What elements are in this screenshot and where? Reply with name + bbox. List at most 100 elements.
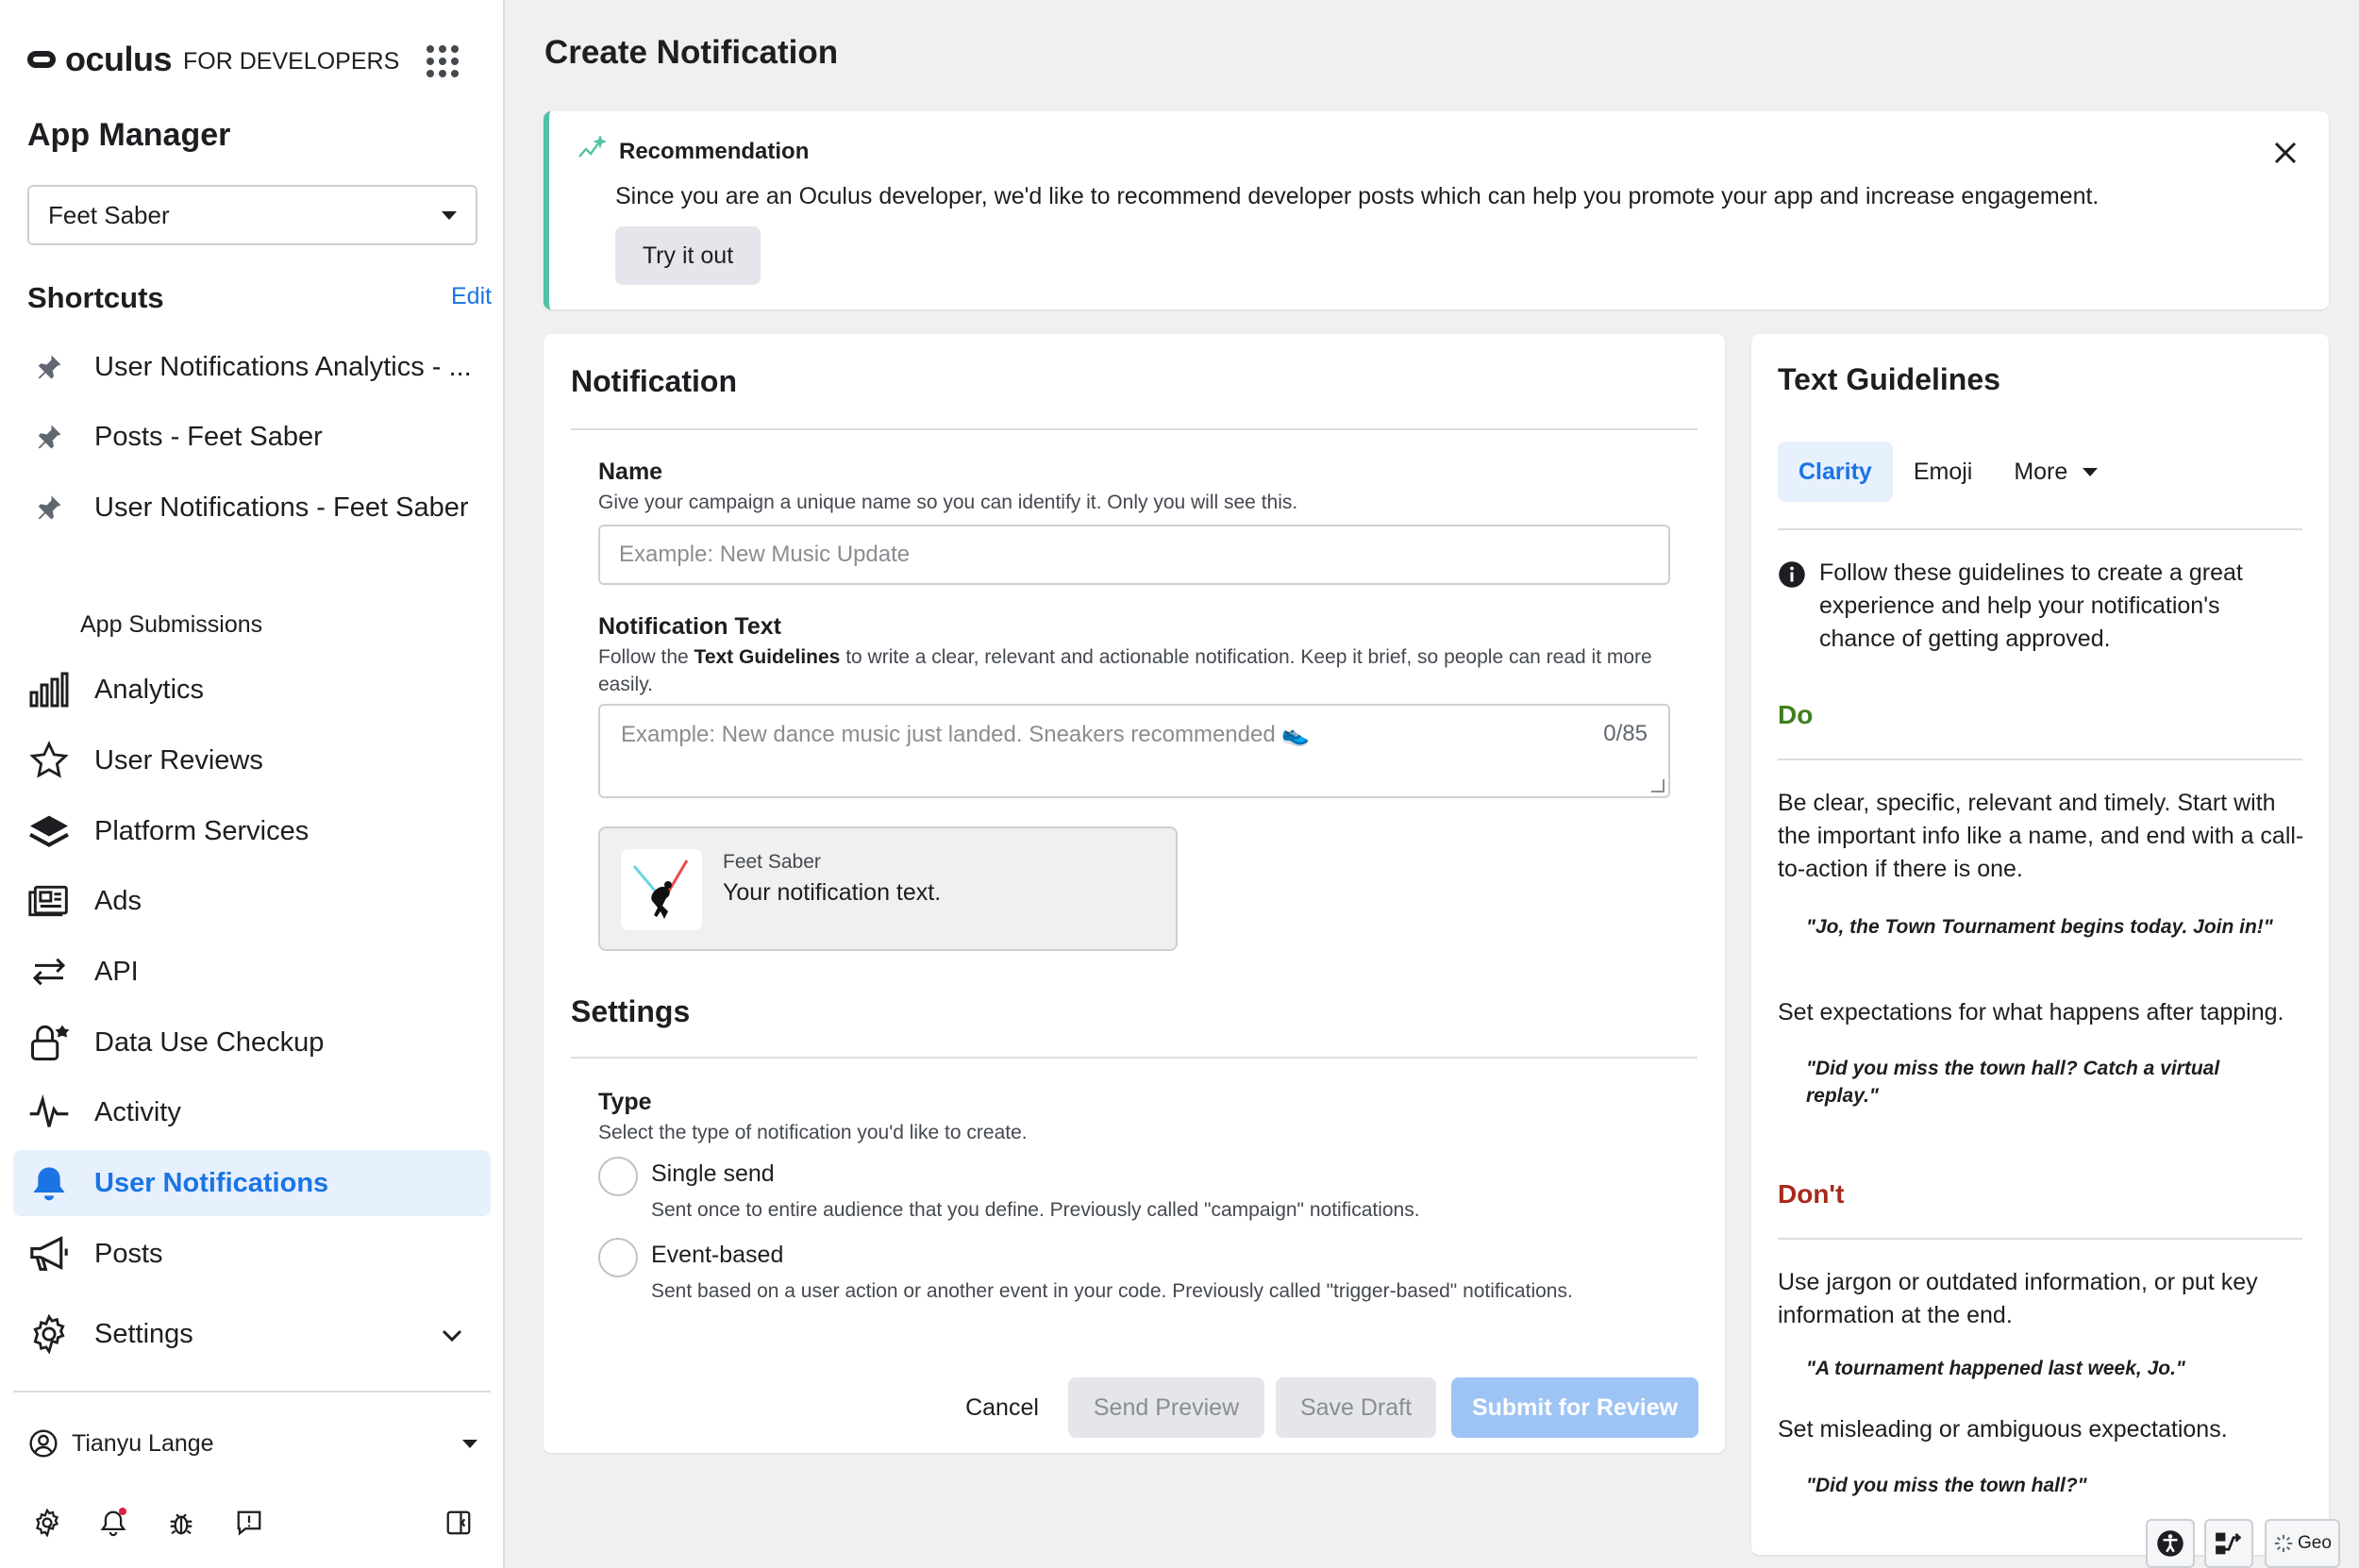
preview-app-name: Feet Saber: [723, 851, 821, 873]
dont-guideline-2: Set misleading or ambiguous expectations…: [1778, 1416, 2228, 1443]
option-label: Single send: [651, 1160, 775, 1187]
shortcut-label: User Notifications Analytics - ...: [94, 351, 472, 382]
geo-label: Geo: [2298, 1533, 2332, 1553]
sidebar-item-data-use-checkup[interactable]: Data Use Checkup: [13, 1009, 491, 1076]
sidebar-item-label: User Reviews: [94, 744, 263, 776]
dont-guideline-1: Use jargon or outdated information, or p…: [1778, 1269, 2258, 1328]
campaign-name-input[interactable]: [598, 525, 1670, 585]
feedback-icon[interactable]: [230, 1504, 268, 1542]
megaphone-icon: [28, 1233, 70, 1275]
try-it-out-button[interactable]: Try it out: [615, 226, 761, 285]
loading-spinner-icon: [2273, 1533, 2294, 1554]
sidebar-item-ads[interactable]: Ads: [13, 868, 491, 934]
sidebar-item-platform-services[interactable]: Platform Services: [13, 798, 491, 864]
notification-preview: Feet Saber Your notification text.: [598, 826, 1178, 951]
bar-chart-icon: [28, 669, 70, 710]
notifications-bell-icon[interactable]: [94, 1504, 132, 1542]
tab-more[interactable]: More: [1993, 442, 2118, 502]
ads-icon: [28, 880, 70, 922]
shortcut-user-notifications[interactable]: User Notifications - Feet Saber: [13, 475, 491, 541]
shortcut-posts[interactable]: Posts - Feet Saber: [13, 404, 491, 470]
oculus-logo-icon: [27, 51, 56, 68]
sidebar-item-label: Posts: [94, 1238, 163, 1269]
lock-icon: [28, 1022, 70, 1063]
recommendation-text: Since you are an Oculus developer, we'd …: [615, 183, 2100, 209]
geo-widget-button[interactable]: Geo: [2265, 1519, 2340, 1568]
name-help: Give your campaign a unique name so you …: [598, 492, 1298, 513]
shortcut-user-notifications-analytics[interactable]: User Notifications Analytics - ...: [13, 334, 491, 400]
sidebar-item-app-submissions[interactable]: App Submissions: [80, 611, 262, 639]
sidebar-item-label: User Notifications: [94, 1167, 329, 1198]
text-guidelines-link[interactable]: Text Guidelines: [694, 646, 841, 668]
app-select[interactable]: Feet Saber: [27, 185, 477, 245]
dont-heading: Don't: [1778, 1179, 1845, 1209]
star-icon: [28, 740, 70, 781]
submit-for-review-button[interactable]: Submit for Review: [1451, 1377, 1698, 1438]
tab-emoji[interactable]: Emoji: [1893, 442, 1994, 502]
sidebar-item-label: API: [94, 956, 139, 987]
sidebar-item-label: Activity: [94, 1096, 181, 1127]
notification-text-help: Follow the Text Guidelines to write a cl…: [598, 646, 1652, 695]
collapse-sidebar-icon[interactable]: [440, 1504, 477, 1542]
shortcuts-title: Shortcuts: [27, 281, 164, 314]
section-divider: [571, 428, 1698, 430]
type-option-event-based[interactable]: Event-based Sent based on a user action …: [598, 1238, 1573, 1303]
single-send-radio[interactable]: [598, 1157, 638, 1196]
send-preview-button[interactable]: Send Preview: [1068, 1377, 1264, 1438]
flow-icon[interactable]: [2204, 1519, 2253, 1568]
user-name: Tianyu Lange: [72, 1429, 214, 1457]
settings-gear-icon[interactable]: [28, 1504, 66, 1542]
sidebar-item-user-reviews[interactable]: User Reviews: [13, 727, 491, 793]
bug-icon[interactable]: [162, 1504, 200, 1542]
pin-icon: [28, 487, 70, 528]
oculus-logo[interactable]: oculus FOR DEVELOPERS: [27, 38, 399, 81]
notification-text-placeholder: Example: New dance music just landed. Sn…: [621, 722, 1311, 747]
sidebar-item-label: Data Use Checkup: [94, 1026, 325, 1058]
shortcuts-edit-link[interactable]: Edit: [451, 283, 492, 310]
option-description: Sent once to entire audience that you de…: [651, 1199, 1420, 1221]
option-label: Event-based: [651, 1242, 784, 1268]
page-title: Create Notification: [544, 34, 839, 71]
sidebar-item-user-notifications[interactable]: User Notifications: [13, 1150, 491, 1216]
section-divider: [571, 1057, 1698, 1059]
guidelines-divider: [1778, 759, 2302, 760]
dont-example-2: "Did you miss the town hall?": [1806, 1475, 2087, 1496]
sidebar-item-label: Ads: [94, 885, 142, 916]
sidebar-item-api[interactable]: API: [13, 939, 491, 1005]
event-based-radio[interactable]: [598, 1238, 638, 1277]
guidelines-divider: [1778, 1238, 2302, 1240]
do-example-2: "Did you miss the town hall? Catch a vir…: [1806, 1058, 2220, 1107]
notification-text-label: Notification Text: [598, 613, 781, 640]
type-option-single-send[interactable]: Single send Sent once to entire audience…: [598, 1157, 1420, 1222]
close-icon[interactable]: [2267, 134, 2304, 172]
app-manager-title: App Manager: [27, 117, 231, 153]
do-guideline-1: Be clear, specific, relevant and timely.…: [1778, 790, 2304, 882]
brand-sub: FOR DEVELOPERS: [183, 47, 400, 75]
sidebar-item-settings[interactable]: Settings: [13, 1301, 491, 1367]
layers-icon: [28, 810, 70, 852]
notification-text-input[interactable]: Example: New dance music just landed. Sn…: [598, 704, 1670, 798]
guidelines-intro: Follow these guidelines to create a grea…: [1778, 557, 2302, 656]
brand-name: oculus: [65, 40, 173, 78]
preview-message: Your notification text.: [723, 879, 942, 906]
app-grid-icon[interactable]: [427, 45, 459, 77]
pin-icon: [28, 346, 70, 388]
save-draft-button[interactable]: Save Draft: [1276, 1377, 1436, 1438]
gear-icon: [28, 1313, 70, 1355]
accessibility-icon[interactable]: [2146, 1519, 2195, 1568]
sidebar-item-posts[interactable]: Posts: [13, 1221, 491, 1287]
character-count: 0/85: [1603, 721, 1648, 746]
trend-sparkle-icon: [577, 134, 608, 167]
guidelines-tabs: Clarity Emoji More: [1778, 442, 2118, 502]
tab-clarity[interactable]: Clarity: [1778, 442, 1893, 502]
user-menu[interactable]: Tianyu Lange: [28, 1420, 477, 1467]
resize-handle-icon[interactable]: [1651, 779, 1665, 792]
do-guideline-2: Set expectations for what happens after …: [1778, 999, 2284, 1026]
dont-example-1: "A tournament happened last week, Jo.": [1806, 1358, 2185, 1379]
caret-down-icon: [462, 1439, 477, 1448]
app-select-value: Feet Saber: [48, 200, 170, 229]
do-example-1: "Jo, the Town Tournament begins today. J…: [1806, 916, 2273, 938]
cancel-button[interactable]: Cancel: [942, 1377, 1062, 1438]
sidebar-item-activity[interactable]: Activity: [13, 1079, 491, 1145]
sidebar-item-analytics[interactable]: Analytics: [13, 657, 491, 723]
